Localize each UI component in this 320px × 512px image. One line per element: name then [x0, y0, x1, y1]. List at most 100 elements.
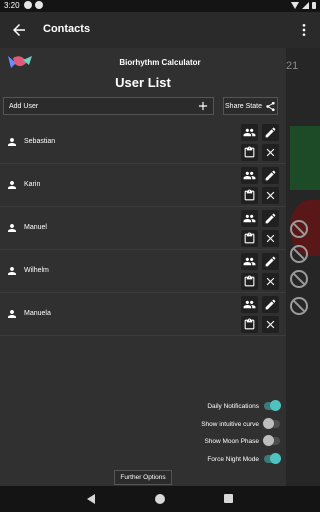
group-button[interactable] [241, 124, 258, 141]
user-list-title: User List [115, 75, 171, 90]
setting-label: Daily Notifications [207, 402, 259, 410]
setting-toggle[interactable] [264, 453, 281, 464]
further-options-button[interactable]: Further Options [114, 470, 172, 485]
setting-row: Show intuitive curve [201, 418, 280, 430]
app-name: Biorhythm Calculator [119, 58, 201, 67]
user-row[interactable]: Karin [0, 165, 286, 207]
status-time: 3:20 [4, 1, 20, 10]
delete-icon [266, 234, 275, 243]
background-content: 21 [286, 48, 320, 486]
user-name: Karin [24, 181, 41, 188]
nav-home-icon[interactable] [155, 494, 165, 504]
clipboard-icon [244, 275, 255, 287]
setting-row: Force Night Mode [207, 453, 281, 465]
notification-icon [35, 1, 43, 9]
group-button[interactable] [241, 296, 258, 313]
delete-button[interactable] [262, 144, 279, 161]
setting-toggle[interactable] [263, 435, 280, 446]
add-user-label: Add User [9, 102, 39, 110]
edit-button[interactable] [262, 253, 279, 270]
group-button[interactable] [241, 210, 258, 227]
clipboard-icon [244, 318, 255, 330]
block-icon [290, 297, 308, 315]
user-name: Sebastian [24, 138, 56, 145]
edit-icon [265, 213, 276, 224]
person-icon [8, 138, 16, 146]
edit-button[interactable] [262, 124, 279, 141]
user-row[interactable]: Wilhelm [0, 251, 286, 293]
setting-row: Daily Notifications [207, 400, 281, 412]
edit-button[interactable] [262, 167, 279, 184]
background-chart-green [290, 126, 320, 190]
share-state-button[interactable]: Share State [223, 97, 278, 115]
setting-label: Show intuitive curve [201, 420, 259, 428]
edit-icon [265, 299, 276, 310]
user-row[interactable]: Manuela [0, 294, 286, 336]
back-arrow-icon[interactable] [10, 21, 28, 39]
delete-button[interactable] [262, 273, 279, 290]
delete-button[interactable] [262, 187, 279, 204]
share-icon [266, 101, 275, 111]
navigation-bar [0, 486, 320, 512]
group-button[interactable] [241, 167, 258, 184]
group-icon [243, 128, 256, 137]
edit-icon [265, 170, 276, 181]
nav-recents-icon[interactable] [224, 494, 233, 503]
clipboard-icon [244, 232, 255, 244]
clipboard-button[interactable] [241, 230, 258, 247]
edit-button[interactable] [262, 296, 279, 313]
share-state-label: Share State [225, 102, 262, 110]
clipboard-button[interactable] [241, 273, 258, 290]
user-list-drawer: Biorhythm Calculator User List Add User … [0, 48, 286, 486]
setting-row: Show Moon Phase [204, 435, 280, 447]
group-icon [243, 257, 256, 266]
user-row[interactable]: Sebastian [0, 122, 286, 164]
add-user-button[interactable]: Add User [3, 97, 214, 115]
signal-icon [302, 2, 309, 9]
block-icon [290, 245, 308, 263]
user-row[interactable]: Manuel [0, 208, 286, 250]
person-icon [8, 224, 16, 232]
group-icon [243, 300, 256, 309]
plus-icon [198, 101, 208, 111]
toggle-knob [263, 418, 274, 429]
setting-toggle[interactable] [263, 418, 280, 429]
delete-icon [266, 277, 275, 286]
clipboard-icon [244, 146, 255, 158]
group-icon [243, 214, 256, 223]
group-button[interactable] [241, 253, 258, 270]
app-bar: Contacts [0, 12, 320, 48]
block-icon [290, 220, 308, 238]
status-icons [291, 2, 316, 9]
status-bar: 3:20 [0, 0, 320, 12]
setting-toggle[interactable] [264, 400, 281, 411]
toggle-knob [270, 400, 281, 411]
toggle-knob [270, 453, 281, 464]
user-name: Manuel [24, 224, 47, 231]
more-vert-icon[interactable] [296, 22, 312, 38]
toggle-knob [263, 435, 274, 446]
page-title: Contacts [43, 23, 91, 35]
delete-button[interactable] [262, 316, 279, 333]
edit-icon [265, 127, 276, 138]
block-icon [290, 270, 308, 288]
edit-button[interactable] [262, 210, 279, 227]
clipboard-icon [244, 189, 255, 201]
setting-label: Show Moon Phase [204, 437, 259, 445]
battery-icon [312, 2, 316, 9]
edit-icon [265, 256, 276, 267]
person-icon [8, 267, 16, 275]
person-icon [8, 181, 16, 189]
group-icon [243, 171, 256, 180]
notification-icon [24, 1, 32, 9]
clipboard-button[interactable] [241, 316, 258, 333]
wifi-icon [291, 2, 299, 9]
delete-icon [266, 148, 275, 157]
clipboard-button[interactable] [241, 144, 258, 161]
delete-icon [266, 320, 275, 329]
delete-button[interactable] [262, 230, 279, 247]
clipboard-button[interactable] [241, 187, 258, 204]
user-name: Wilhelm [24, 267, 49, 274]
nav-back-icon[interactable] [87, 494, 95, 504]
setting-label: Force Night Mode [207, 455, 259, 463]
